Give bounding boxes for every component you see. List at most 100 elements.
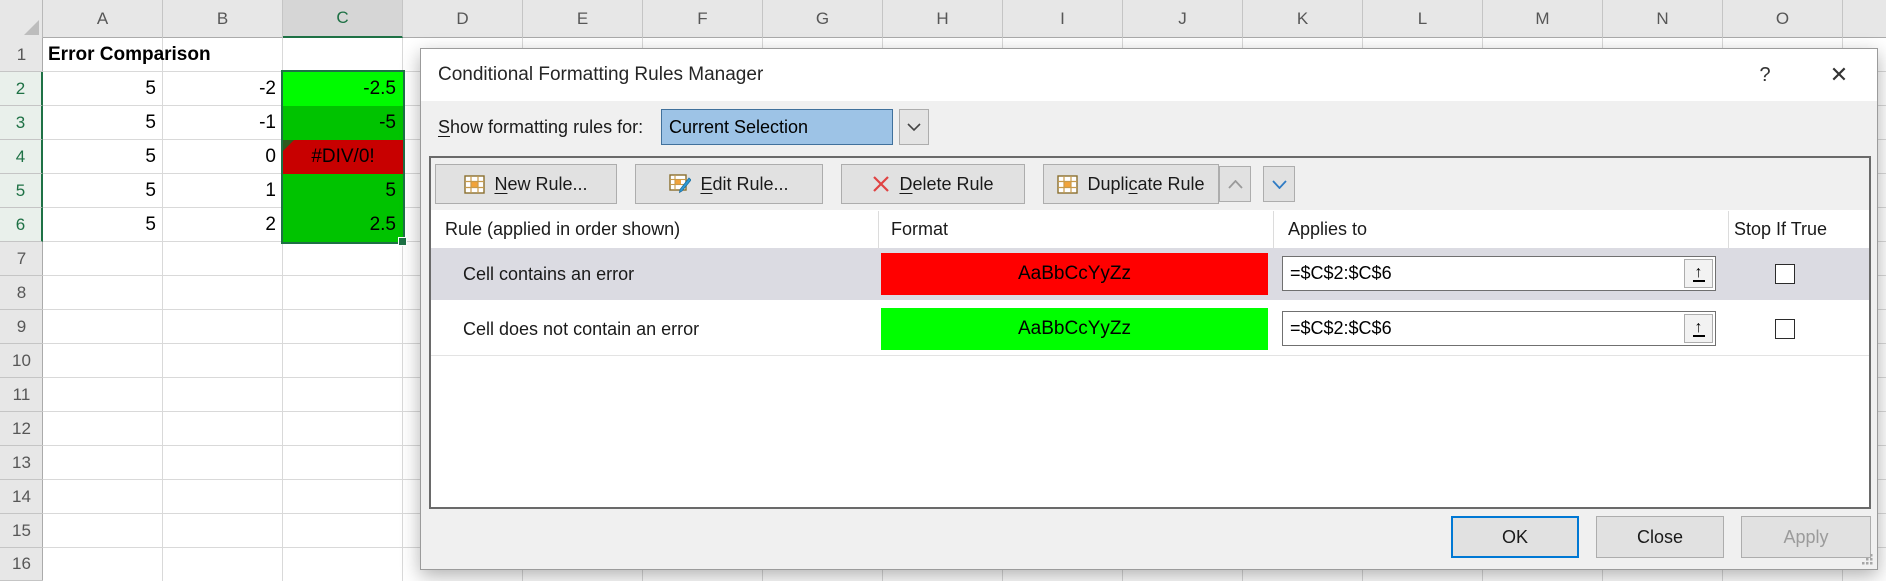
ok-button[interactable]: OK [1451,516,1579,558]
row-header-13[interactable]: 13 [0,446,43,480]
row-header-12[interactable]: 12 [0,412,43,446]
combobox-dropdown-button[interactable] [899,109,929,145]
cell-A1-title[interactable]: Error Comparison [43,38,283,72]
row-header-7[interactable]: 7 [0,242,43,276]
stop-if-true-checkbox[interactable] [1775,264,1795,284]
row-header-6-selected[interactable]: 6 [0,208,43,242]
row-header-1[interactable]: 1 [0,38,43,72]
header-rule-column: Rule (applied in order shown) [445,211,680,248]
row-header-4-selected[interactable]: 4 [0,140,43,174]
show-rules-for-combobox[interactable]: Current Selection [661,109,893,145]
edit-rule-pencil-icon [669,174,691,194]
row-header-9[interactable]: 9 [0,310,43,344]
duplicate-rule-label: Duplicate Rule [1087,174,1204,195]
cell-C4-error-text: #DIV/0! [311,146,374,168]
stop-if-true-checkbox[interactable] [1775,319,1795,339]
col-header-A[interactable]: A [43,0,163,38]
col-header-G[interactable]: G [763,0,883,38]
row-header-11[interactable]: 11 [0,378,43,412]
col-header-I[interactable]: I [1003,0,1123,38]
rule-row-cell-contains-error[interactable]: Cell contains an error AaBbCcYyZz =$C$2:… [431,248,1869,300]
rule-name: Cell does not contain an error [463,303,699,355]
row-divider [431,355,1869,356]
col-header-B[interactable]: B [163,0,283,38]
col-header-J[interactable]: J [1123,0,1243,38]
new-rule-label: New Rule... [494,174,587,195]
applies-to-input[interactable]: =$C$2:$C$6 ↑ [1282,311,1716,346]
cell-A2[interactable]: 5 [43,72,163,106]
applies-to-input[interactable]: =$C$2:$C$6 ↑ [1282,256,1716,291]
duplicate-rule-grid-icon [1057,175,1078,194]
chevron-down-icon [907,123,921,132]
col-header-L[interactable]: L [1363,0,1483,38]
cell-A6[interactable]: 5 [43,208,163,242]
collapse-dialog-arrow-icon: ↑ [1695,321,1703,334]
row-header-16[interactable]: 16 [0,548,43,581]
col-header-M[interactable]: M [1483,0,1603,38]
rules-list-panel: New Rule... Edit Rule... Delete Rule [429,156,1871,509]
col-header-C-selected[interactable]: C [283,0,403,38]
conditional-formatting-rules-manager-dialog: Conditional Formatting Rules Manager ? ✕… [420,48,1878,570]
help-button[interactable]: ? [1743,49,1787,101]
header-stop-if-true-column: Stop If True [1734,211,1827,248]
fill-handle[interactable] [398,237,407,246]
new-rule-button[interactable]: New Rule... [435,164,617,204]
chevron-up-icon [1228,180,1243,189]
delete-rule-x-icon [872,175,890,193]
edit-rule-button[interactable]: Edit Rule... [635,164,823,204]
cell-C2-active[interactable]: -2.5 [283,72,403,106]
edit-rule-label: Edit Rule... [700,174,788,195]
format-preview-red: AaBbCcYyZz [881,253,1268,295]
select-all-corner[interactable] [0,0,43,38]
col-header-O[interactable]: O [1723,0,1843,38]
cell-A3[interactable]: 5 [43,106,163,140]
row-header-10[interactable]: 10 [0,344,43,378]
cell-A5[interactable]: 5 [43,174,163,208]
cell-C3[interactable]: -5 [283,106,403,140]
col-header-F[interactable]: F [643,0,763,38]
col-header-E[interactable]: E [523,0,643,38]
col-header-D[interactable]: D [403,0,523,38]
new-rule-grid-icon [464,175,485,194]
cell-B2[interactable]: -2 [163,72,283,106]
cell-B3[interactable]: -1 [163,106,283,140]
col-header-H[interactable]: H [883,0,1003,38]
cell-C6[interactable]: 2.5 [283,208,403,242]
cell-B5[interactable]: 1 [163,174,283,208]
range-picker-button[interactable]: ↑ [1684,314,1713,343]
cell-A4[interactable]: 5 [43,140,163,174]
cell-C5[interactable]: 5 [283,174,403,208]
delete-rule-button[interactable]: Delete Rule [841,164,1025,204]
column-divider [1728,211,1729,248]
apply-button-disabled: Apply [1741,516,1871,558]
resize-grip[interactable] [1860,552,1873,565]
rule-row-cell-not-contains-error[interactable]: Cell does not contain an error AaBbCcYyZ… [431,303,1869,355]
column-divider [1273,211,1274,248]
row-header-15[interactable]: 15 [0,514,43,548]
rule-name: Cell contains an error [463,248,634,300]
col-header-K[interactable]: K [1243,0,1363,38]
row-header-3-selected[interactable]: 3 [0,106,43,140]
duplicate-rule-button[interactable]: Duplicate Rule [1043,164,1219,204]
row-header-8[interactable]: 8 [0,276,43,310]
combobox-value: Current Selection [669,117,808,138]
move-rule-down-button[interactable] [1263,166,1295,202]
select-all-triangle-icon [24,20,39,35]
cell-B4[interactable]: 0 [163,140,283,174]
close-button[interactable]: Close [1596,516,1724,558]
close-icon[interactable]: ✕ [1817,49,1861,101]
cell-B6[interactable]: 2 [163,208,283,242]
row-header-2-selected[interactable]: 2 [0,72,43,106]
row-header-5-selected[interactable]: 5 [0,174,43,208]
row-header-14[interactable]: 14 [0,480,43,514]
col-header-N[interactable]: N [1603,0,1723,38]
move-rule-up-button[interactable] [1219,166,1251,202]
collapse-dialog-bar-icon [1693,335,1705,337]
applies-to-value: =$C$2:$C$6 [1290,263,1392,284]
label-post: how formatting rules for: [450,117,643,138]
delete-rule-label: Delete Rule [899,174,993,195]
applies-to-value: =$C$2:$C$6 [1290,318,1392,339]
column-divider [878,211,879,248]
cell-C4-error[interactable]: #DIV/0! [283,140,403,174]
range-picker-button[interactable]: ↑ [1684,259,1713,288]
